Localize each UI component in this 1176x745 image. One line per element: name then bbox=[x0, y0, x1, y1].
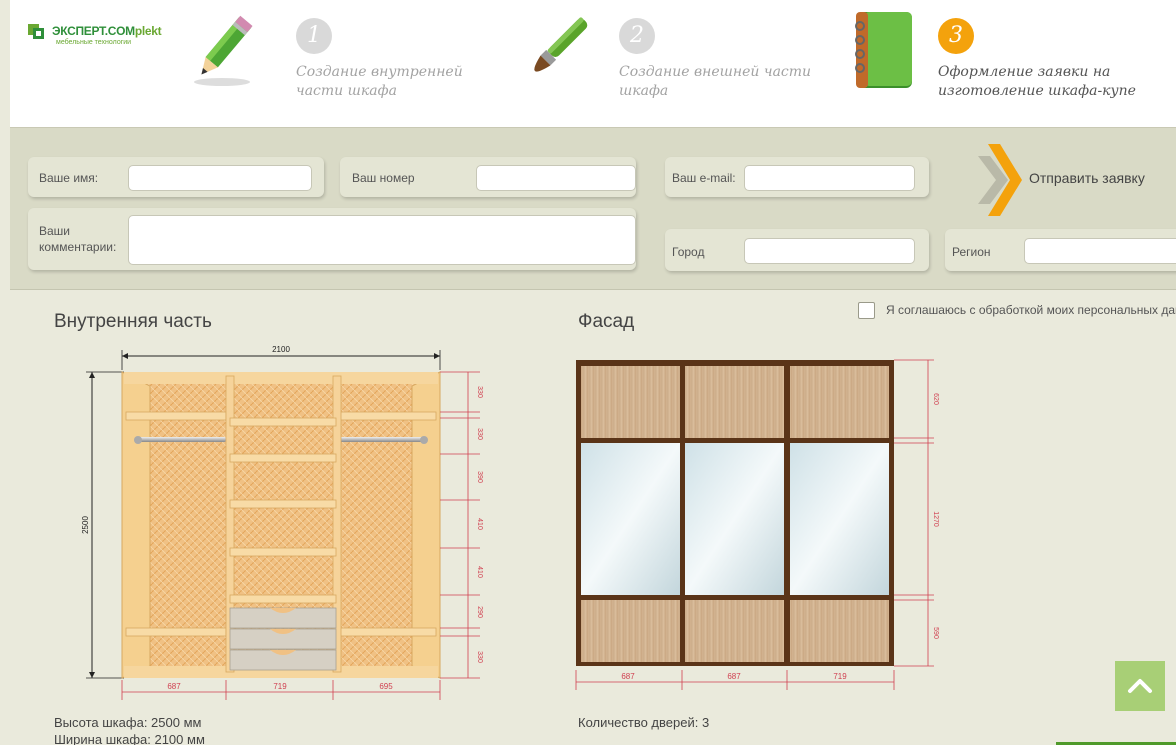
door-width-1: 687 bbox=[621, 672, 635, 681]
city-input[interactable] bbox=[744, 238, 915, 264]
email-input[interactable] bbox=[744, 165, 915, 191]
shelf-height-3: 390 bbox=[476, 471, 483, 483]
facade-row-height-1: 620 bbox=[932, 393, 939, 405]
facade-row-height-3: 590 bbox=[932, 627, 939, 639]
comments-input[interactable] bbox=[128, 215, 636, 265]
phone-label: Ваш номер bbox=[352, 171, 415, 185]
name-label: Ваше имя: bbox=[39, 171, 99, 185]
section-width-2: 719 bbox=[273, 682, 287, 691]
send-order-label: Отправить заявку bbox=[1029, 170, 1145, 186]
section-width-3: 695 bbox=[379, 682, 393, 691]
name-field-group: Ваше имя: bbox=[28, 157, 324, 197]
consent-checkbox[interactable] bbox=[858, 302, 875, 319]
step-2-label[interactable]: Создание внешней части шкафа bbox=[619, 63, 811, 101]
city-field-group: Город bbox=[665, 229, 929, 271]
order-form: Ваше имя: Ваш номер Ваш e-mail: Ваши ком… bbox=[10, 128, 1176, 290]
step-1-label[interactable]: Создание внутренней части шкафа bbox=[296, 63, 463, 101]
door-width-3: 719 bbox=[833, 672, 847, 681]
doors-count-info: Количество дверей: 3 bbox=[578, 715, 710, 730]
section-width-1: 687 bbox=[167, 682, 181, 691]
email-field-group: Ваш e-mail: bbox=[665, 157, 929, 197]
brand-logo[interactable]: ЭКСПЕРТ.COMplekt мебельные технологии bbox=[28, 22, 188, 52]
brand-tagline: мебельные технологии bbox=[56, 39, 132, 46]
brush-icon[interactable] bbox=[508, 12, 600, 92]
interior-diagram: 2100 2500 330 330 390 410 410 290 330 68… bbox=[81, 345, 483, 700]
phone-field-group: Ваш номер bbox=[340, 157, 636, 197]
name-input[interactable] bbox=[128, 165, 312, 191]
cabinet-width-info: Ширина шкафа: 2100 мм bbox=[54, 732, 205, 745]
interior-total-height: 2500 bbox=[81, 516, 90, 534]
door-width-2: 687 bbox=[727, 672, 741, 681]
region-input[interactable] bbox=[1024, 238, 1176, 264]
consent-checkbox-row[interactable]: Я соглашаюсь с обработкой моих персональ… bbox=[858, 302, 1176, 322]
step-1-number[interactable]: 1 bbox=[296, 18, 332, 54]
interior-title: Внутренняя часть bbox=[54, 311, 212, 332]
facade-title: Фасад bbox=[578, 311, 635, 332]
double-chevron-icon bbox=[978, 144, 1022, 216]
notebook-icon[interactable] bbox=[850, 10, 916, 90]
email-label: Ваш e-mail: bbox=[672, 171, 736, 185]
shelf-height-5: 410 bbox=[476, 566, 483, 578]
pencil-icon[interactable] bbox=[186, 12, 258, 88]
shelf-height-7: 330 bbox=[476, 651, 483, 663]
shelf-height-1: 330 bbox=[476, 386, 483, 398]
chevron-up-icon bbox=[1128, 679, 1152, 693]
region-field-group: Регион bbox=[945, 229, 1176, 271]
facade-diagram: 620 1270 590 687 687 719 bbox=[575, 359, 939, 690]
brand-name: ЭКСПЕРТ.COMplekt bbox=[52, 24, 162, 38]
region-label: Регион bbox=[952, 245, 991, 259]
wizard-header: ЭКСПЕРТ.COMplekt мебельные технологии 1 … bbox=[10, 0, 1176, 128]
step-3-label[interactable]: Оформление заявки на изготовление шкафа-… bbox=[938, 63, 1136, 101]
facade-row-height-2: 1270 bbox=[932, 511, 939, 527]
page-left-margin bbox=[0, 0, 10, 745]
shelf-height-4: 410 bbox=[476, 518, 483, 530]
comments-field-group: Ваши комментарии: bbox=[28, 208, 636, 270]
comments-label: Ваши комментарии: bbox=[39, 224, 117, 254]
send-order-button[interactable]: Отправить заявку bbox=[978, 142, 1168, 218]
city-label: Город bbox=[672, 245, 705, 259]
interior-total-width: 2100 bbox=[272, 345, 290, 354]
step-2-number[interactable]: 2 bbox=[619, 18, 655, 54]
phone-input[interactable] bbox=[476, 165, 636, 191]
shelf-height-6: 290 bbox=[476, 606, 483, 618]
scroll-to-top-button[interactable] bbox=[1115, 661, 1165, 711]
shelf-height-2: 330 bbox=[476, 428, 483, 440]
step-3-number[interactable]: 3 bbox=[938, 18, 974, 54]
cabinet-height-info: Высота шкафа: 2500 мм bbox=[54, 715, 202, 730]
logo-icon bbox=[28, 24, 44, 39]
consent-label: Я соглашаюсь с обработкой моих персональ… bbox=[886, 303, 1176, 317]
